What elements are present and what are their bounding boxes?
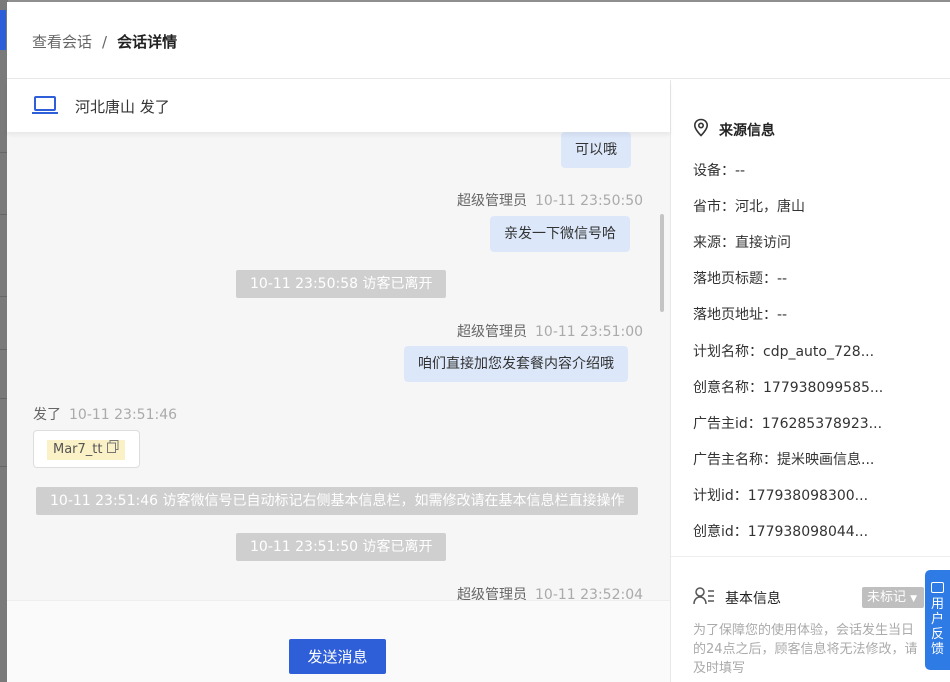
breadcrumb: 查看会话 / 会话详情: [32, 31, 177, 52]
chat-panel: 河北唐山 发了 可以哦 超级管理员 10-11 23:50:50 亲发一下微信号哈…: [7, 80, 670, 682]
tag-select[interactable]: 未标记 ▼: [862, 587, 924, 608]
breadcrumb-parent[interactable]: 查看会话: [32, 31, 92, 52]
message-bubble: 可以哦: [561, 132, 631, 168]
chat-header: 河北唐山 发了: [7, 80, 670, 132]
session-detail-drawer: 查看会话 / 会话详情 河北唐山 发了 可以哦 超级管理员 10-11 23:50…: [7, 2, 950, 682]
info-row-device: 设备：--: [693, 163, 746, 179]
message-meta: 发了 10-11 23:51:46: [33, 404, 177, 424]
sender-name: 超级管理员: [457, 193, 527, 209]
user-feedback-button[interactable]: 用户反馈: [925, 570, 950, 670]
source-info-title: 来源信息: [693, 118, 775, 141]
tag-select-value: 未标记: [867, 590, 907, 605]
info-row-creative-id: 创意id：177938098044...: [693, 524, 869, 540]
breadcrumb-separator: /: [102, 32, 108, 51]
message-time: 10-11 23:51:46: [69, 407, 178, 423]
message-time: 10-11 23:51:00: [535, 324, 644, 340]
feedback-icon: [931, 582, 944, 593]
caret-down-icon: ▼: [910, 594, 918, 604]
message-meta: 超级管理员 10-11 23:52:04: [457, 584, 643, 600]
message-scrollbar[interactable]: [660, 214, 664, 312]
info-row-creative-name: 创意名称：177938099585...: [693, 380, 884, 396]
message-meta: 超级管理员 10-11 23:50:50: [457, 190, 643, 210]
message-list[interactable]: 可以哦 超级管理员 10-11 23:50:50 亲发一下微信号哈 10-11 2…: [7, 132, 670, 600]
info-row-plan-name: 计划名称：cdp_auto_728...: [693, 344, 875, 360]
basic-info-label: 基本信息: [725, 591, 781, 607]
message-meta: 超级管理员 10-11 23:51:00: [457, 321, 643, 341]
location-pin-icon: [693, 118, 709, 141]
file-chip[interactable]: Mar7_tt: [47, 440, 125, 460]
drawer-header: 查看会话 / 会话详情: [7, 2, 950, 79]
send-message-button[interactable]: 发送消息: [289, 639, 386, 674]
system-message: 10-11 23:51:46 访客微信号已自动标记右侧基本信息栏，如需修改请在基…: [36, 487, 639, 515]
source-info-label: 来源信息: [719, 122, 775, 139]
message-time: 10-11 23:50:50: [535, 193, 644, 209]
user-list-icon: [693, 586, 715, 610]
breadcrumb-current: 会话详情: [117, 33, 178, 51]
message-bubble: 咱们直接加您发套餐内容介绍哦: [404, 346, 628, 382]
system-message: 10-11 23:50:58 访客已离开: [236, 270, 447, 298]
sender-name: 超级管理员: [457, 324, 527, 340]
info-row-advertiser-id: 广告主id：176285378923...: [693, 416, 883, 432]
system-message: 10-11 23:51:50 访客已离开: [236, 533, 447, 561]
visitor-title: 河北唐山 发了: [75, 97, 170, 116]
basic-info-note: 为了保障您的使用体验，会话发生当日的24点之后，顾客信息将无法修改，请及时填写: [693, 623, 918, 676]
info-panel: 来源信息 设备：-- 省市：河北，唐山 来源：直接访问 落地页标题：-- 落地页…: [670, 80, 950, 682]
info-row-advertiser-name: 广告主名称：提米映画信息...: [693, 452, 875, 468]
info-row-source: 来源：直接访问: [693, 235, 791, 251]
message-bubble: 亲发一下微信号哈: [490, 216, 630, 252]
background-active-menu: [0, 10, 6, 50]
copy-icon[interactable]: [106, 440, 119, 460]
info-row-province: 省市：河北，唐山: [693, 199, 805, 215]
file-message-card[interactable]: Mar7_tt: [33, 430, 140, 468]
feedback-label: 用户反馈: [930, 597, 944, 657]
file-name: Mar7_tt: [53, 442, 103, 457]
basic-info-title: 基本信息: [693, 586, 781, 610]
info-row-plan-id: 计划id：177938098300...: [693, 488, 869, 504]
chat-footer: 发送消息: [7, 600, 670, 682]
message-time: 10-11 23:52:04: [535, 587, 644, 600]
sender-name: 发了: [33, 407, 61, 423]
laptop-icon: [31, 95, 59, 117]
info-divider: [671, 556, 950, 557]
sender-name: 超级管理员: [457, 587, 527, 600]
info-row-landing-title: 落地页标题：--: [693, 271, 788, 287]
info-row-landing-url: 落地页地址：--: [693, 307, 788, 323]
